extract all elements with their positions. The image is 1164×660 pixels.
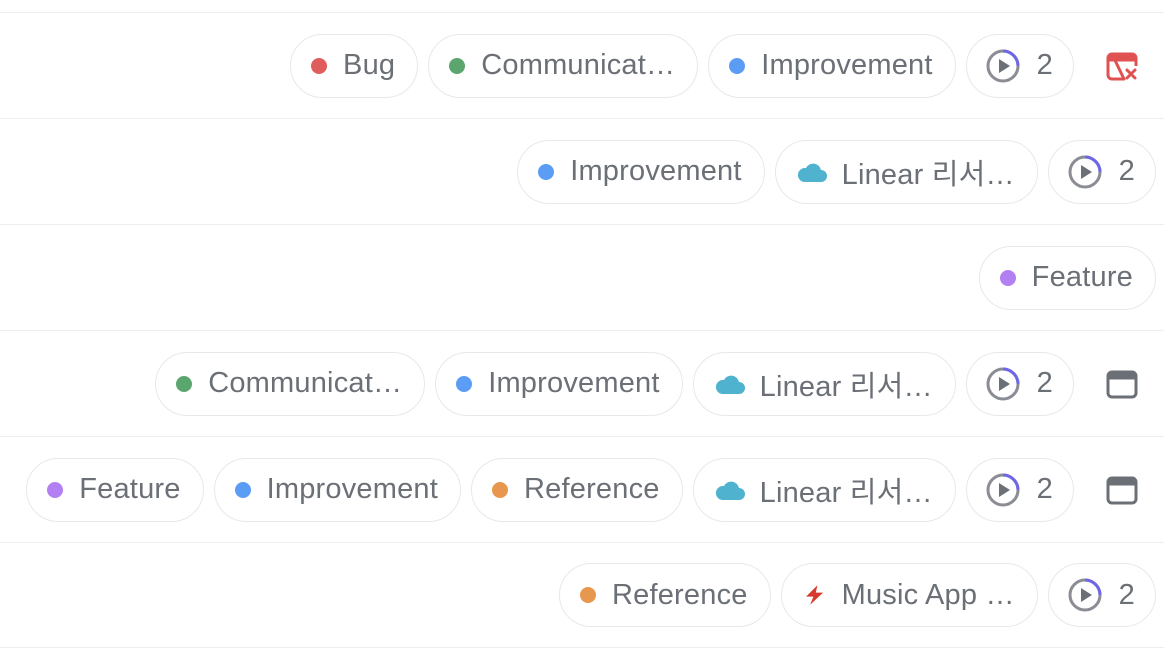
project-name: Linear 리서… [759,370,933,403]
label-text: Bug [343,49,396,81]
cycle-icon [1068,578,1102,612]
label-chip-bug[interactable]: Bug [290,33,419,98]
label-color-dot [234,481,251,498]
issue-list: Bug Communicat… Improvement 2 Improvemen… [0,12,1164,660]
label-chips: Improvement Linear 리서… 2 [517,139,1156,204]
label-color-dot [999,269,1016,286]
cloud-icon [715,481,745,500]
label-color-dot [311,57,328,74]
due-date-button[interactable] [1106,50,1138,82]
label-chip-improvement[interactable]: Improvement [708,33,956,98]
issue-row[interactable]: Communicat… Improvement Linear 리서… 2 [0,330,1164,436]
issue-row[interactable]: Feature Improvement Reference Linear 리서… [0,436,1164,542]
label-chip-reference[interactable]: Reference [559,563,771,627]
label-color-dot [176,375,193,392]
label-text: Improvement [488,367,660,399]
cycle-chip[interactable]: 2 [965,351,1074,416]
cycle-icon [986,49,1020,82]
project-name: Linear 리서… [759,476,933,509]
project-chip[interactable]: Music App … [780,563,1038,627]
cycle-count: 2 [1036,367,1053,399]
cycle-chip[interactable]: 2 [965,457,1074,522]
label-chip-improvement[interactable]: Improvement [517,139,765,204]
label-text: Reference [524,473,660,505]
label-text: Communicat… [208,367,403,399]
label-color-dot [580,587,596,603]
label-chip-feature[interactable]: Feature [26,457,204,522]
label-color-dot [729,57,746,74]
label-chip-reference[interactable]: Reference [471,457,683,522]
project-name: Music App … [841,578,1015,611]
label-color-dot [538,163,555,180]
cycle-count: 2 [1118,578,1135,611]
cycle-chip[interactable]: 2 [1047,139,1156,204]
label-color-dot [492,481,509,498]
cycle-count: 2 [1036,49,1053,81]
label-text: Improvement [266,473,439,505]
cycle-icon [986,473,1020,506]
cloud-icon [797,163,827,182]
project-name: Linear 리서… [841,158,1015,191]
label-chip-improvement[interactable]: Improvement [435,351,683,416]
label-color-dot [449,57,466,74]
label-chips: Reference Music App … 2 [559,563,1156,627]
issue-row[interactable]: Feature [0,224,1164,330]
issue-row[interactable]: Reference Music App … 2 [0,542,1164,648]
label-chip-communication[interactable]: Communicat… [155,351,426,416]
calendar-icon [1106,370,1138,398]
cycle-chip[interactable]: 2 [1047,563,1156,627]
label-color-dot [456,375,473,392]
label-text: Improvement [570,155,742,187]
calendar-icon [1106,476,1138,504]
label-text: Improvement [761,49,933,81]
cycle-count: 2 [1118,155,1135,187]
cycle-chip[interactable]: 2 [965,33,1074,98]
cycle-icon [986,367,1020,400]
label-text: Feature [1031,261,1133,293]
project-chip[interactable]: Linear 리서… [774,139,1038,204]
label-chips: Bug Communicat… Improvement 2 [290,33,1074,98]
calendar-overdue-icon [1106,52,1138,80]
bolt-icon [805,585,823,605]
label-chip-improvement[interactable]: Improvement [213,457,462,522]
label-chip-feature[interactable]: Feature [978,245,1156,310]
label-chips: Feature Improvement Reference Linear 리서… [26,457,1074,522]
project-chip[interactable]: Linear 리서… [692,351,956,416]
cycle-count: 2 [1036,473,1053,505]
due-date-button[interactable] [1106,474,1138,506]
cycle-icon [1068,155,1102,188]
label-chip-communication[interactable]: Communicat… [428,33,699,98]
project-chip[interactable]: Linear 리서… [692,457,956,522]
issue-row[interactable]: Bug Communicat… Improvement 2 [0,12,1164,118]
label-chips: Feature [978,245,1156,310]
label-chips: Communicat… Improvement Linear 리서… 2 [155,351,1074,416]
cloud-icon [715,375,745,394]
issue-row[interactable]: Improvement Linear 리서… 2 [0,118,1164,224]
label-color-dot [47,481,64,498]
label-text: Reference [612,578,748,611]
label-text: Communicat… [481,49,676,81]
label-text: Feature [79,473,181,505]
due-date-button[interactable] [1106,368,1138,400]
